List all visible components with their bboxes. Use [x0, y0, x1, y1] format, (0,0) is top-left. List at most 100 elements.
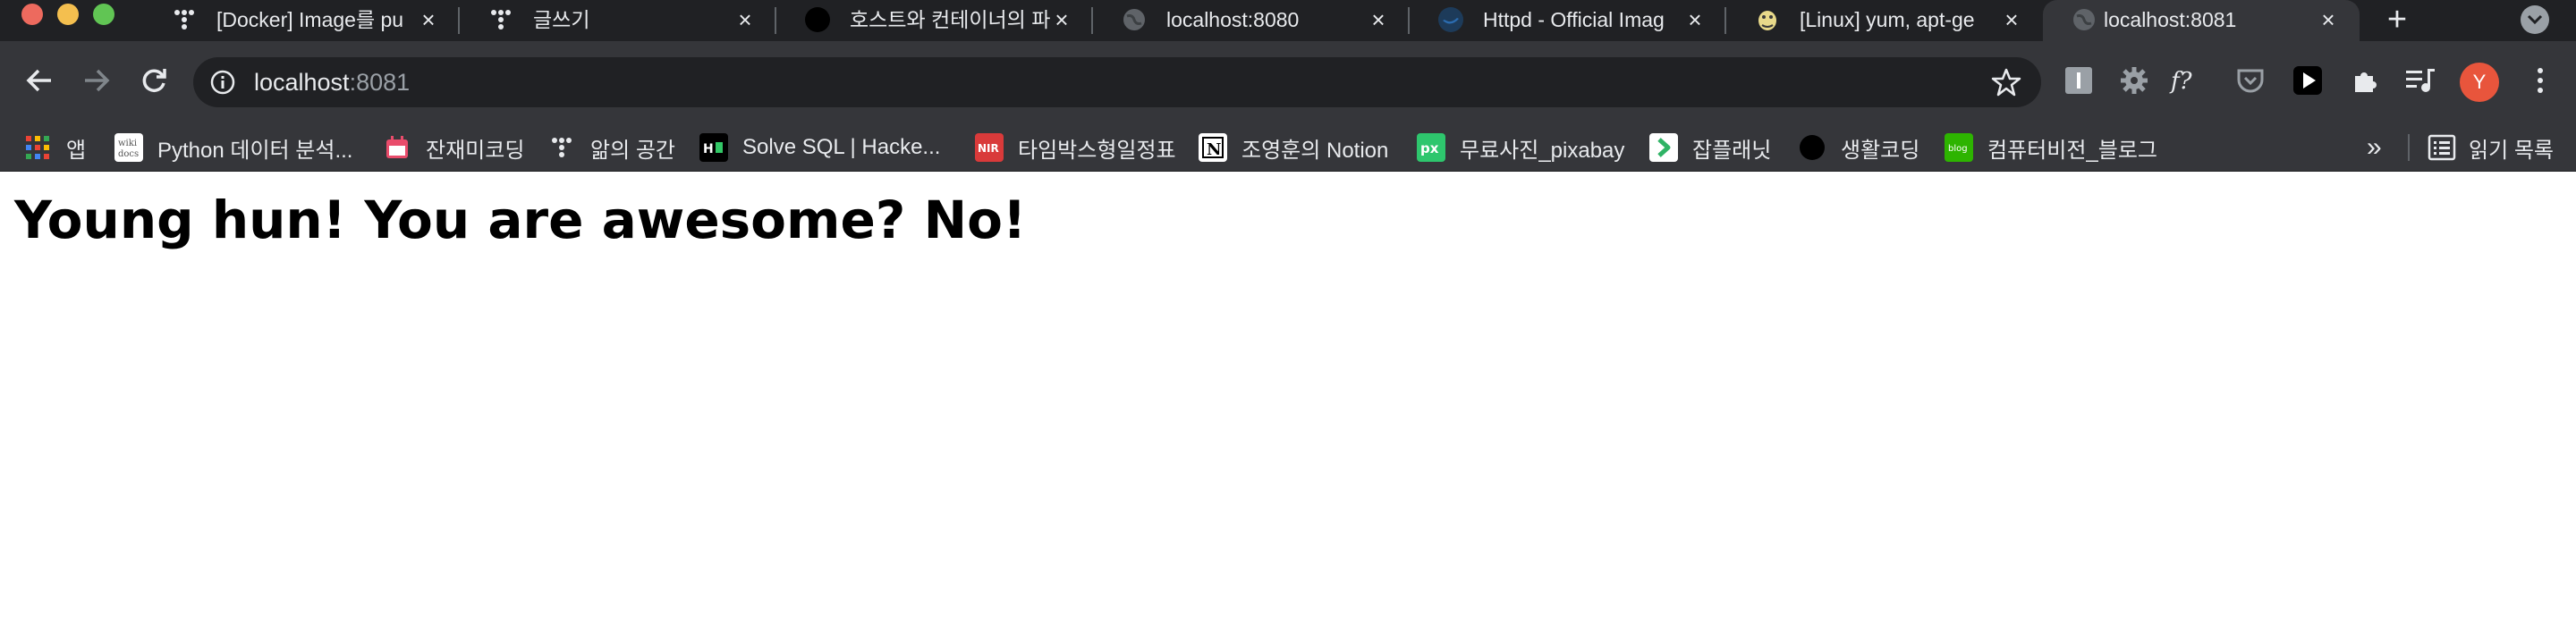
browser-tab[interactable]: 호스트와 컨테이너의 파 ×	[776, 0, 1093, 41]
bookmark-label: 조영훈의 Notion	[1241, 138, 1389, 163]
svg-text:blog: blog	[1948, 144, 1968, 154]
bookmark-hackerrank[interactable]: H Solve SQL | Hacke...	[699, 123, 940, 172]
svg-text:wiki: wiki	[118, 139, 137, 148]
bookmark-label: 앎의 공간	[590, 138, 675, 163]
media-queue-icon[interactable]	[2402, 63, 2438, 98]
tab-title: localhost:8080	[1166, 8, 1300, 31]
browser-tab[interactable]: 글쓰기 ×	[460, 0, 776, 41]
profile-avatar[interactable]: Y	[2460, 63, 2499, 102]
more-menu-button[interactable]	[2522, 63, 2558, 98]
black-circle-icon	[1798, 133, 1826, 162]
browser-tab[interactable]: localhost:8080 ×	[1093, 0, 1410, 41]
calendar-icon	[383, 133, 411, 162]
bookmark-space[interactable]: 앎의 공간	[547, 123, 675, 172]
browser-tab[interactable]: [Linux] yum, apt-ge ×	[1726, 0, 2043, 41]
bookmark-janjaemi[interactable]: 잔재미코딩	[383, 123, 524, 172]
bookmarks-bar: 앱 wiki docs Python 데이터 분석... 잔재미코딩 앎의 공간 …	[0, 123, 2576, 172]
svg-text:px: px	[1420, 140, 1439, 156]
bookmark-label: 컴퓨터비전_블로그	[1987, 138, 2157, 163]
bookmark-opentutorials[interactable]: 생활코딩	[1798, 123, 1919, 172]
url-host: localhost	[254, 69, 350, 96]
bookmark-cv-blog[interactable]: blog 컴퓨터비전_블로그	[1945, 123, 2157, 172]
kebab-menu-icon	[2538, 68, 2543, 93]
tab-title: 호스트와 컨테이너의 파	[850, 8, 1051, 31]
bookmark-pixabay[interactable]: px 무료사진_pixabay	[1417, 123, 1624, 172]
url-text[interactable]: localhost:8081	[254, 67, 410, 97]
close-window-button[interactable]	[21, 4, 43, 25]
puzzle-extensions-icon[interactable]	[2347, 63, 2383, 98]
reading-list-label: 읽기 목록	[2469, 138, 2554, 163]
zoom-window-button[interactable]	[93, 4, 114, 25]
tab-title: [Docker] Image를 pu	[216, 8, 404, 31]
tab-search-button[interactable]	[2521, 5, 2549, 34]
blog-icon: blog	[1945, 133, 1973, 162]
bookmark-label: 생활코딩	[1841, 138, 1920, 163]
gear-icon[interactable]	[2116, 63, 2152, 98]
info-icon[interactable]	[209, 69, 236, 96]
url-port: :8081	[349, 69, 411, 96]
function-extension-icon[interactable]: f?	[2168, 63, 2204, 98]
close-tab-icon[interactable]: ×	[1683, 8, 1707, 31]
bookmark-star-icon[interactable]	[1991, 67, 2021, 97]
bookmark-label: Solve SQL | Hacke...	[742, 135, 941, 159]
bookmark-label: Python 데이터 분석...	[157, 138, 353, 163]
bookmark-notion[interactable]: N 조영훈의 Notion	[1199, 123, 1388, 172]
page-viewport: Young hun! You are awesome? No!	[0, 173, 2576, 633]
minimize-window-button[interactable]	[57, 4, 79, 25]
tab-title: localhost:8081	[2104, 8, 2237, 31]
back-button[interactable]	[18, 59, 61, 102]
bookmarks-overflow-button[interactable]: »	[2367, 131, 2382, 165]
globe-icon	[2070, 5, 2098, 34]
wikidocs-icon: wiki docs	[114, 133, 143, 162]
browser-tab-active[interactable]: localhost:8081 ×	[2043, 0, 2360, 41]
pocket-icon[interactable]	[2233, 63, 2268, 98]
black-circle-icon	[803, 5, 832, 34]
bookmark-jobplanet[interactable]: 잡플래닛	[1649, 123, 1771, 172]
docker-icon	[1436, 5, 1465, 34]
bookmark-label: 앱	[66, 138, 87, 163]
notion-icon: N	[1199, 133, 1227, 162]
bookmarks-divider	[2408, 134, 2410, 161]
chevron-down-icon	[2527, 14, 2543, 25]
tab-title: Httpd - Official Imag	[1483, 8, 1665, 31]
page-heading: Young hun! You are awesome? No!	[14, 190, 1027, 250]
extension-instapaper-icon[interactable]	[2061, 63, 2097, 98]
reading-list-button[interactable]: 읽기 목록	[2428, 123, 2554, 172]
hackerrank-icon: H	[699, 133, 728, 162]
reload-icon	[142, 69, 166, 92]
bookmark-timebox[interactable]: NIR 타임박스형일정표	[975, 123, 1176, 172]
tab-strip: [Docker] Image를 pu × 글쓰기 × 호스트와 컨테이너의 파 …	[0, 0, 2576, 41]
bookmark-apps[interactable]: 앱	[23, 123, 86, 172]
svg-text:N: N	[1207, 140, 1221, 159]
bookmark-label: 타임박스형일정표	[1018, 138, 1176, 163]
close-tab-icon[interactable]: ×	[1050, 8, 1073, 31]
bookmark-label: 잔재미코딩	[426, 138, 525, 163]
reload-button[interactable]	[132, 59, 175, 102]
address-bar[interactable]: localhost:8081	[193, 57, 2041, 107]
globe-icon	[1120, 5, 1148, 34]
browser-toolbar: localhost:8081 f? Y	[0, 41, 2576, 123]
browser-tab[interactable]: [Docker] Image를 pu ×	[143, 0, 460, 41]
tab-title: [Linux] yum, apt-ge	[1800, 8, 1975, 31]
tistory-icon	[547, 133, 576, 162]
svg-text:f?: f?	[2169, 68, 2193, 95]
svg-text:docs: docs	[118, 149, 139, 159]
play-extension-icon[interactable]	[2290, 63, 2326, 98]
close-tab-icon[interactable]: ×	[1367, 8, 1390, 31]
bookmark-python[interactable]: wiki docs Python 데이터 분석...	[114, 123, 352, 172]
pixabay-icon: px	[1417, 133, 1445, 162]
tab-title: 글쓰기	[533, 8, 590, 31]
browser-tab[interactable]: Httpd - Official Imag ×	[1410, 0, 1726, 41]
python-icon	[1753, 5, 1782, 34]
jobplanet-icon	[1649, 133, 1678, 162]
close-tab-icon[interactable]: ×	[417, 8, 440, 31]
reading-list-icon	[2428, 134, 2456, 161]
close-tab-icon[interactable]: ×	[2000, 8, 2023, 31]
forward-button[interactable]	[75, 59, 118, 102]
bookmark-label: 무료사진_pixabay	[1460, 138, 1625, 163]
svg-text:H: H	[703, 142, 714, 156]
tistory-icon	[170, 5, 199, 34]
new-tab-button[interactable]: +	[2376, 0, 2419, 39]
close-tab-icon[interactable]: ×	[733, 8, 757, 31]
close-tab-icon[interactable]: ×	[2317, 8, 2340, 31]
